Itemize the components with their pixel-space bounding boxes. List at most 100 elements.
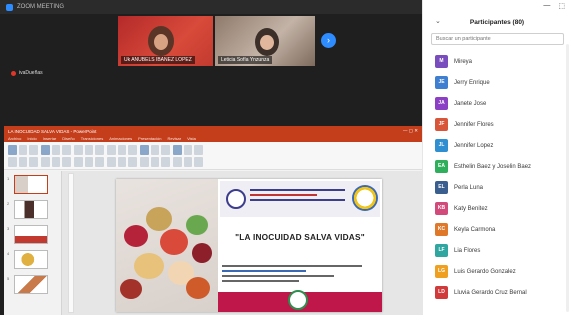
ppt-editor: 1 2 3 4 5 "LA INOCUIDAD SALVA VIDAS"	[4, 171, 422, 315]
ribbon-button-icon[interactable]	[29, 157, 38, 167]
bold-icon[interactable]	[74, 145, 83, 155]
participant-row[interactable]: JF Jennifer Flores	[423, 114, 571, 135]
numbering-icon[interactable]	[117, 157, 127, 167]
participant-name: Lia Flores	[454, 247, 481, 254]
avatar: LF	[435, 244, 448, 257]
slide-thumbnail[interactable]: 1	[7, 175, 48, 194]
participant-row[interactable]: LD Lluvia Gerardo Cruz Bernal	[423, 282, 571, 303]
participant-row[interactable]: M Mireya	[423, 51, 571, 72]
font-color-icon[interactable]	[84, 157, 94, 167]
panel-window-controls: — ⬚	[423, 0, 571, 14]
layout-icon[interactable]	[51, 145, 61, 155]
participant-row[interactable]: JL Jennifer Lopez	[423, 135, 571, 156]
participant-video-face	[148, 26, 174, 56]
fruit-shape	[192, 243, 212, 263]
window-controls-icon[interactable]: — ▢ ✕	[403, 128, 418, 134]
align-center-icon[interactable]	[117, 145, 127, 155]
participant-name: Luis Gerardo Gonzalez	[454, 268, 516, 275]
participant-row[interactable]: JA Janete Jose	[423, 93, 571, 114]
video-tile[interactable]: Leticia Sofía Ynzunza	[215, 16, 315, 66]
ribbon-button-icon[interactable]	[194, 157, 203, 167]
menu-tab-animaciones[interactable]: Animaciones	[109, 136, 132, 141]
fruit-shape	[160, 229, 188, 255]
header-line	[250, 194, 317, 196]
align-left-icon[interactable]	[107, 145, 116, 155]
ribbon-button-icon[interactable]	[62, 157, 71, 167]
search-participant-input[interactable]	[431, 33, 564, 45]
select-icon[interactable]	[194, 145, 203, 155]
zoom-logo-icon	[6, 3, 13, 11]
menu-tab-insertar[interactable]: Insertar	[43, 136, 57, 141]
menu-tab-diseno[interactable]: Diseño	[62, 136, 74, 141]
menu-tab-vista[interactable]: Vista	[187, 136, 196, 141]
shape-fill-icon[interactable]	[140, 157, 149, 167]
ribbon-button-icon[interactable]	[183, 157, 193, 167]
avatar: JE	[435, 76, 448, 89]
font-size-icon[interactable]	[74, 157, 83, 167]
shapes-icon[interactable]	[140, 145, 149, 155]
popout-icon[interactable]: ⬚	[558, 2, 565, 12]
menu-tab-archivo[interactable]: Archivo	[8, 136, 21, 141]
italic-icon[interactable]	[84, 145, 94, 155]
ribbon-button-icon[interactable]	[51, 157, 61, 167]
bullets-icon[interactable]	[107, 157, 116, 167]
format-painter-icon[interactable]	[8, 157, 17, 167]
slide-thumbnail[interactable]: 2	[7, 200, 48, 219]
participant-row[interactable]: JE Jerry Enrique	[423, 72, 571, 93]
ribbon-group	[74, 145, 104, 167]
arrange-icon[interactable]	[150, 145, 160, 155]
participant-name: Jerry Enrique	[454, 79, 490, 86]
participant-row[interactable]: LG Luis Gerardo Gonzalez	[423, 261, 571, 282]
slide-slogan: "LA INOCUIDAD SALVA VIDAS"	[235, 232, 365, 242]
ribbon-button-icon[interactable]	[173, 157, 182, 167]
menu-tab-inicio[interactable]: Inicio	[27, 136, 36, 141]
fruit-shape	[186, 277, 210, 299]
quick-styles-icon[interactable]	[161, 145, 170, 155]
find-icon[interactable]	[173, 145, 182, 155]
copy-icon[interactable]	[29, 145, 38, 155]
section-icon[interactable]	[41, 157, 50, 167]
new-slide-icon[interactable]	[41, 145, 50, 155]
participant-row[interactable]: KB Katy Benitez	[423, 198, 571, 219]
participant-name: Mireya	[454, 58, 473, 65]
participants-title: Participantes (80)	[469, 18, 525, 26]
participant-row[interactable]: KC Keyla Carmona	[423, 219, 571, 240]
current-slide[interactable]: "LA INOCUIDAD SALVA VIDAS"	[116, 179, 382, 312]
shape-outline-icon[interactable]	[150, 157, 160, 167]
cut-icon[interactable]	[18, 145, 28, 155]
menu-tab-transiciones[interactable]: Transiciones	[81, 136, 104, 141]
next-page-button[interactable]: ›	[321, 33, 336, 48]
shared-powerpoint-window: LA INOCUIDAD SALVA VIDAS - PowerPoint — …	[4, 126, 422, 315]
participants-scrollbar[interactable]	[566, 44, 569, 312]
slide-thumbnail[interactable]: 5	[7, 275, 48, 294]
participant-row[interactable]: EL Perla Luna	[423, 177, 571, 198]
video-tile[interactable]: Uk ANUBELS IBANEZ LOPEZ	[118, 16, 213, 66]
fruits-photo	[116, 179, 218, 312]
menu-tab-presentacion[interactable]: Presentación	[138, 136, 161, 141]
participant-name: Perla Luna	[454, 184, 484, 191]
replace-icon[interactable]	[183, 145, 193, 155]
minimize-icon[interactable]: —	[543, 2, 550, 12]
participant-row[interactable]: EA Esthelin Baez y Joselin Baez	[423, 156, 571, 177]
slide-thumbnail[interactable]: 4	[7, 250, 48, 269]
menu-tab-revisar[interactable]: Revisar	[168, 136, 182, 141]
slide-thumbnail[interactable]: 3	[7, 225, 48, 244]
reset-icon[interactable]	[62, 145, 71, 155]
ribbon-button-icon[interactable]	[18, 157, 28, 167]
paste-icon[interactable]	[8, 145, 17, 155]
participant-name: Jennifer Lopez	[454, 142, 494, 149]
underline-icon[interactable]	[95, 145, 104, 155]
fruit-shape	[146, 207, 172, 231]
participant-row[interactable]: LF Lia Flores	[423, 240, 571, 261]
ribbon-button-icon[interactable]	[128, 157, 137, 167]
align-right-icon[interactable]	[128, 145, 137, 155]
video-tile-name: Leticia Sofía Ynzunza	[218, 56, 273, 64]
slide-content: "LA INOCUIDAD SALVA VIDAS"	[218, 179, 382, 312]
ribbon-button-icon[interactable]	[161, 157, 170, 167]
avatar: KC	[435, 223, 448, 236]
ppt-menubar: Archivo Inicio Insertar Diseño Transicio…	[4, 135, 422, 142]
slide-number: 2	[7, 201, 10, 206]
chevron-down-icon[interactable]: ⌄	[435, 17, 441, 25]
ribbon-button-icon[interactable]	[95, 157, 104, 167]
body-link-line	[222, 270, 306, 272]
